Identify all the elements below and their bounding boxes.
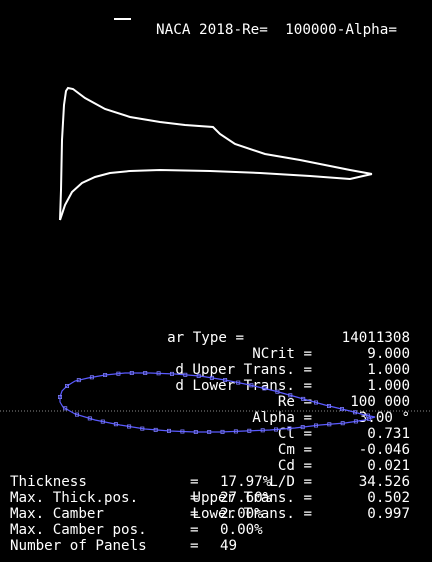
- geometry-value: 49: [220, 538, 238, 554]
- panel-node: [220, 429, 225, 434]
- geometry-eq: =: [190, 522, 199, 538]
- param-label: L/D =: [269, 474, 312, 490]
- param-label: d Lower Trans. =: [175, 378, 312, 394]
- panel-node: [353, 419, 358, 424]
- geometry-label: Max. Thick.pos.: [10, 490, 139, 506]
- param-label: ar Type =: [167, 330, 244, 346]
- geometry-eq: =: [190, 538, 199, 554]
- panel-node: [58, 395, 63, 400]
- param-value: 34.526: [358, 474, 410, 490]
- cp-plot-area[interactable]: NACA 2018-Re= 100000-Alpha=: [10, 10, 432, 272]
- panel-node: [166, 428, 171, 433]
- panel-node: [153, 427, 158, 432]
- param-label: d Upper Trans. =: [175, 362, 312, 378]
- panel-node: [169, 371, 174, 376]
- param-label: Cd =: [277, 458, 312, 474]
- legend-label: NACA 2018-Re= 100000-Alpha=: [156, 22, 398, 38]
- panel-node: [140, 426, 145, 431]
- panel-node: [260, 428, 265, 433]
- airfoil-info-panel[interactable]: ar Type = 14011308 NCrit = 9.000 d Upper…: [0, 272, 432, 562]
- panel-node: [340, 421, 345, 426]
- cp-upper-curve: [59, 86, 373, 221]
- param-label: Alpha =: [252, 410, 312, 426]
- geometry-value: 0.00%: [220, 522, 263, 538]
- param-value: 3.00 °: [358, 410, 410, 426]
- param-value: -0.046: [358, 442, 410, 458]
- panel-node: [65, 384, 70, 389]
- geometry-eq: =: [190, 506, 199, 522]
- geometry-eq: =: [190, 490, 199, 506]
- param-label: Re =: [277, 394, 312, 410]
- panel-node: [180, 429, 185, 434]
- panel-node: [233, 429, 238, 434]
- panel-node: [143, 371, 148, 376]
- geometry-eq: =: [190, 474, 199, 490]
- panel-node: [207, 429, 212, 434]
- geometry-label: Thickness: [10, 474, 87, 490]
- panel-node: [352, 410, 357, 415]
- geometry-label: Number of Panels: [10, 538, 147, 554]
- panel-node: [313, 400, 318, 405]
- param-value: 0.731: [367, 426, 410, 442]
- panel-node: [326, 403, 331, 408]
- geometry-value: 2.00%: [220, 506, 263, 522]
- geometry-label: Max. Camber pos.: [10, 522, 147, 538]
- param-value: 9.000: [367, 346, 410, 362]
- cp-curve-graph: [59, 18, 373, 221]
- panel-node: [327, 422, 332, 427]
- param-value: 100 000: [350, 394, 410, 410]
- panel-node: [127, 424, 132, 429]
- param-label: Cm =: [277, 442, 312, 458]
- panel-node: [156, 371, 161, 376]
- param-value: 14011308: [341, 330, 410, 346]
- geometry-label: Max. Camber: [10, 506, 104, 522]
- panel-node: [193, 429, 198, 434]
- panel-node: [100, 419, 105, 424]
- panel-node: [103, 373, 108, 378]
- panel-node: [75, 412, 80, 417]
- param-value: 0.502: [367, 490, 410, 506]
- param-value: 1.000: [367, 378, 410, 394]
- panel-node: [339, 407, 344, 412]
- geometry-value: 27.60%: [220, 490, 272, 506]
- panel-node: [63, 406, 68, 411]
- panel-node: [247, 428, 252, 433]
- panel-node: [76, 378, 81, 383]
- geometry-value: 17.97%: [220, 474, 272, 490]
- param-label: NCrit =: [252, 346, 312, 362]
- panel-node: [313, 423, 318, 428]
- param-value: 0.021: [367, 458, 410, 474]
- panel-node: [89, 375, 94, 380]
- panel-node: [113, 422, 118, 427]
- panel-node: [87, 416, 92, 421]
- panel-node: [116, 371, 121, 376]
- param-value: 1.000: [367, 362, 410, 378]
- panel-node: [129, 371, 134, 376]
- param-label: Cl =: [277, 426, 312, 442]
- cp-lower-curve: [59, 168, 373, 221]
- param-value: 0.997: [367, 506, 410, 522]
